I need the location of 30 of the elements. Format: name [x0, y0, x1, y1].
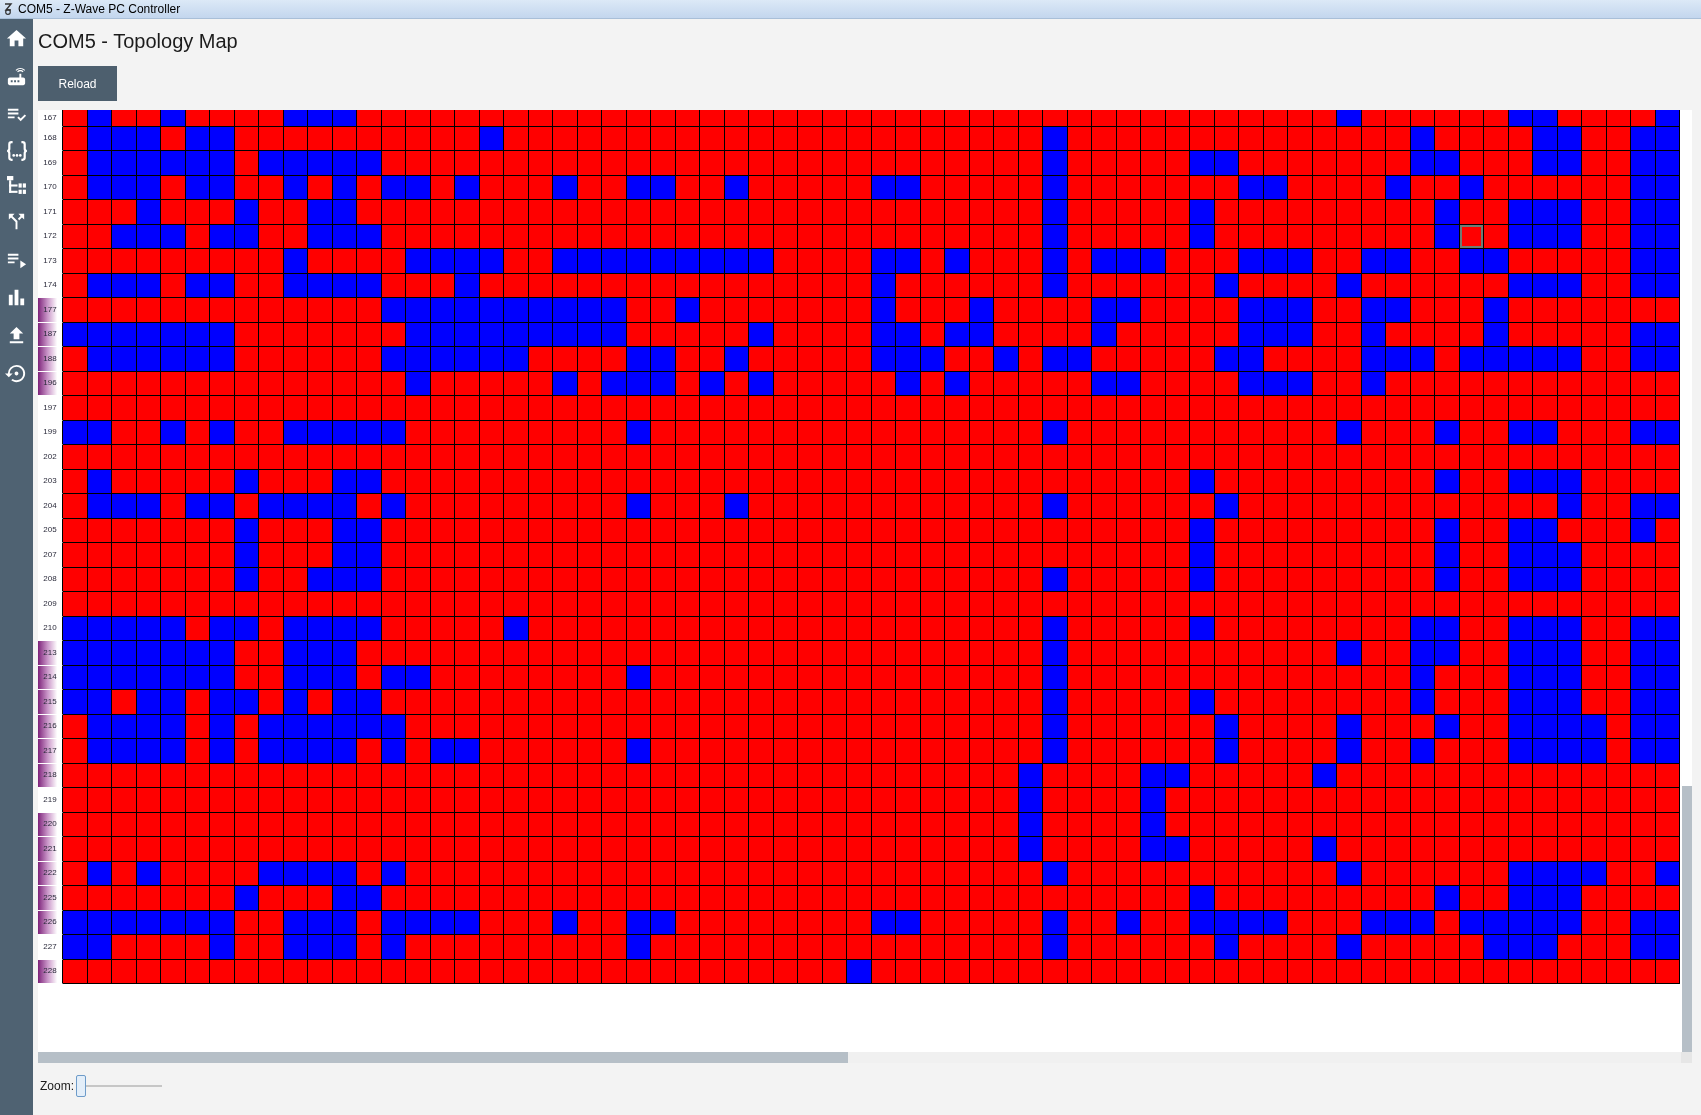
row-label: 215 [38, 690, 63, 715]
row-label: 216 [38, 714, 63, 739]
page-title: COM5 - Topology Map [38, 29, 238, 54]
row-label: 225 [38, 886, 63, 911]
row-label: 214 [38, 665, 63, 690]
row-label: 196 [38, 371, 63, 396]
row-label: 221 [38, 837, 63, 862]
tree-icon[interactable] [6, 176, 27, 195]
row-label: 228 [38, 959, 63, 984]
row-label: 188 [38, 347, 63, 372]
row-label: 177 [38, 298, 63, 323]
scrollbar-corner [1681, 1052, 1692, 1063]
scrollbar-thumb[interactable] [38, 1052, 848, 1063]
row-label: 217 [38, 739, 63, 764]
braces-icon[interactable] [5, 141, 28, 161]
restore-icon[interactable] [5, 362, 28, 385]
zoom-label: Zoom: [40, 1079, 74, 1093]
row-label: 218 [38, 763, 63, 788]
row-label: 187 [38, 322, 63, 347]
vertical-scrollbar[interactable] [1681, 110, 1692, 1052]
router-icon[interactable] [5, 65, 28, 88]
row-label: 220 [38, 812, 63, 837]
slider-thumb[interactable] [76, 1075, 86, 1097]
reload-button[interactable]: Reload [38, 66, 117, 101]
scrollbar-thumb[interactable] [1682, 786, 1692, 1052]
window-title: COM5 - Z-Wave PC Controller [18, 2, 181, 16]
row-label: 213 [38, 641, 63, 666]
row-label: 222 [38, 861, 63, 886]
row-label: 226 [38, 910, 63, 935]
app-icon [3, 3, 13, 15]
